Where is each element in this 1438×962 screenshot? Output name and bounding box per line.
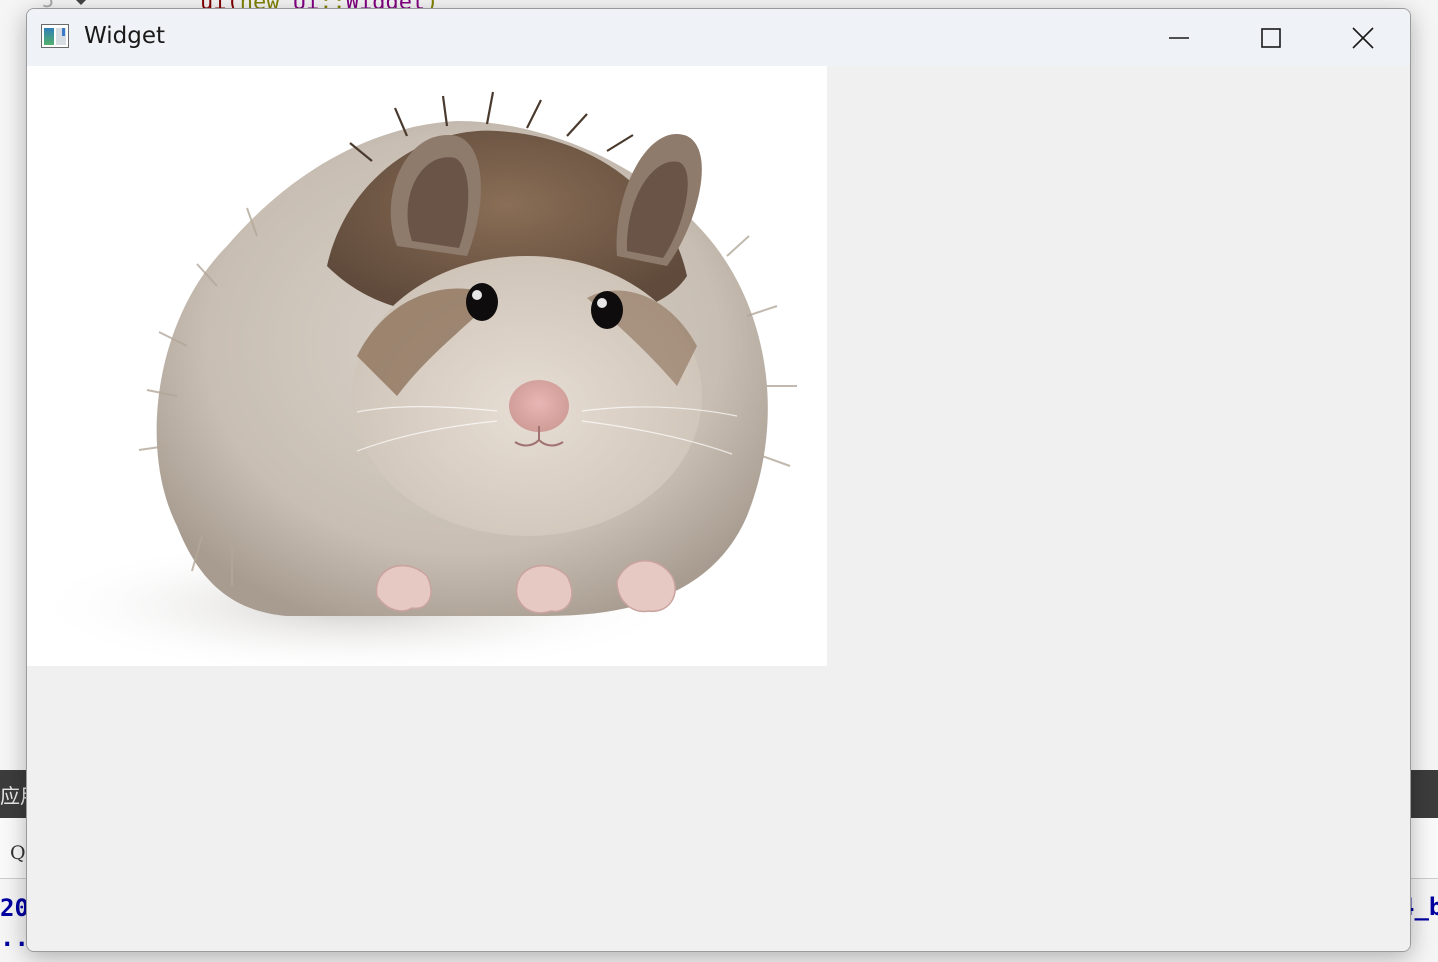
window-title: Widget: [84, 23, 165, 49]
maximize-button[interactable]: [1225, 9, 1317, 66]
title-bar[interactable]: Widget: [27, 9, 1410, 66]
minimize-button[interactable]: [1133, 9, 1225, 66]
minimize-icon: [1169, 36, 1189, 39]
widget-client-area: [27, 66, 1410, 951]
hamster-illustration: [27, 91, 797, 666]
close-icon: [1352, 26, 1374, 49]
close-button[interactable]: [1317, 9, 1409, 66]
app-icon-pane: [62, 28, 65, 36]
qt-widget-app-icon[interactable]: [41, 24, 69, 48]
fold-arrow-icon[interactable]: [74, 0, 88, 5]
widget-window[interactable]: Widget: [26, 8, 1411, 952]
maximize-icon: [1261, 27, 1281, 48]
hamster-image: [27, 66, 827, 666]
app-icon-pane: [44, 28, 54, 45]
